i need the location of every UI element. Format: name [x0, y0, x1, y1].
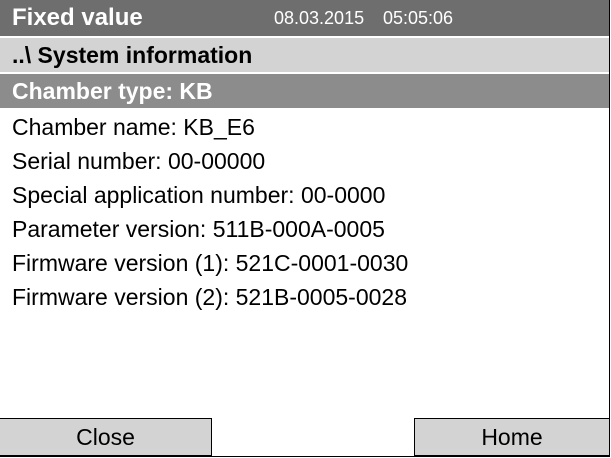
footer-button-bar: Close Home: [0, 418, 609, 456]
close-button[interactable]: Close: [0, 418, 212, 456]
operating-mode-label: Fixed value: [12, 4, 143, 31]
date-display: 08.03.2015: [274, 8, 365, 28]
parameter-version-line: Parameter version: 511B-000A-0005: [12, 216, 385, 242]
breadcrumb[interactable]: ..\ System information: [0, 38, 609, 72]
firmware-version-1-line: Firmware version (1): 521C-0001-0030: [12, 250, 409, 276]
controller-screen: Fixed value 08.03.2015 05:05:06 ..\ Syst…: [0, 0, 610, 457]
serial-number-line: Serial number: 00-00000: [12, 148, 266, 174]
chamber-name-line: Chamber name: KB_E6: [12, 114, 255, 140]
status-bar: Fixed value 08.03.2015 05:05:06: [0, 0, 609, 36]
chamber-type-label: Chamber type: KB: [12, 78, 213, 104]
home-button[interactable]: Home: [414, 418, 609, 456]
breadcrumb-text: ..\ System information: [12, 42, 253, 68]
list-item-selected[interactable]: Chamber type: KB: [0, 74, 609, 108]
special-application-number-line: Special application number: 00-0000: [12, 182, 386, 208]
time-display: 05:05:06: [383, 8, 454, 28]
firmware-version-2-line: Firmware version (2): 521B-0005-0028: [12, 284, 408, 310]
